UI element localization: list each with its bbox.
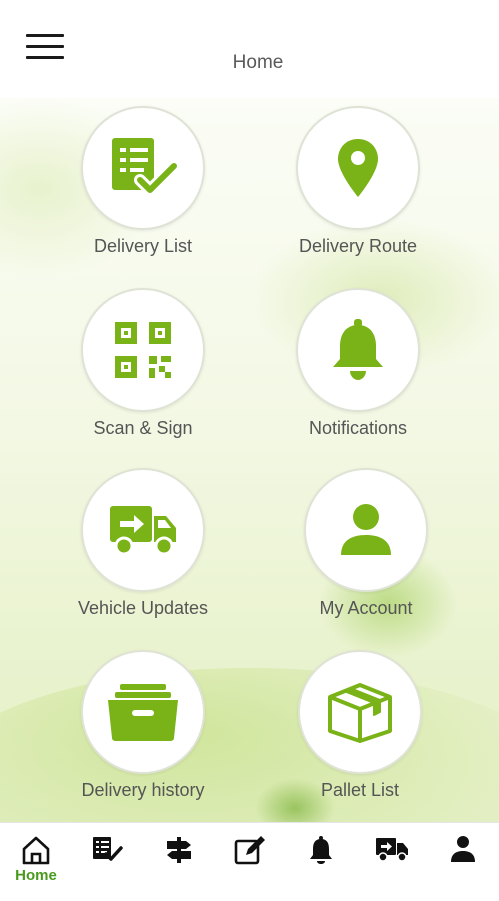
delivery-list-button[interactable]: Delivery List [53, 106, 233, 257]
notifications-label: Notifications [308, 418, 408, 438]
nav-delivery-route[interactable] [154, 835, 204, 895]
delivery-history-label: Delivery history [81, 780, 205, 800]
home-icon [22, 836, 50, 865]
delivery-list-icon [112, 138, 178, 196]
delivery-history-button[interactable]: Delivery history [53, 650, 233, 801]
nav-scan-sign[interactable] [225, 835, 275, 895]
truck-icon [376, 838, 408, 862]
pallet-list-button[interactable]: Pallet List [270, 650, 450, 801]
app-header: Home [0, 0, 499, 98]
bell-icon [310, 836, 332, 864]
delivery-route-icon-circle [296, 106, 420, 230]
scan-and-sign-button[interactable]: Scan & Sign [53, 288, 233, 439]
user-icon [341, 504, 391, 555]
delivery-route-label: Delivery Route [298, 236, 418, 256]
delivery-list-label: Delivery List [93, 236, 193, 256]
truck-icon [110, 506, 176, 556]
archive-drawer-icon [108, 684, 178, 741]
nav-notifications[interactable] [296, 835, 346, 895]
nav-vehicle-updates[interactable] [367, 835, 417, 895]
vehicle-updates-icon-circle [81, 468, 205, 592]
scan-and-sign-label: Scan & Sign [93, 418, 193, 438]
my-account-button[interactable]: My Account [276, 468, 456, 619]
home-grid: Delivery List Delivery Route Scan & Sign [0, 98, 499, 822]
checklist-icon [93, 837, 123, 861]
vehicle-updates-label: Vehicle Updates [77, 598, 209, 618]
qr-code-icon [115, 322, 171, 378]
my-account-label: My Account [319, 598, 413, 618]
pallet-list-label: Pallet List [320, 780, 400, 800]
bottom-navigation-bar: Home [0, 822, 499, 901]
notifications-icon-circle [296, 288, 420, 412]
package-box-icon [328, 683, 392, 743]
nav-delivery-list[interactable] [82, 835, 132, 895]
nav-home-label: Home [15, 867, 57, 884]
user-icon [451, 836, 475, 862]
vehicle-updates-button[interactable]: Vehicle Updates [53, 468, 233, 619]
signpost-icon [167, 837, 191, 863]
my-account-icon-circle [304, 468, 428, 592]
bell-icon [333, 319, 383, 380]
nav-my-account[interactable] [438, 835, 488, 895]
delivery-list-icon-circle [81, 106, 205, 230]
notifications-button[interactable]: Notifications [268, 288, 448, 439]
edit-icon [234, 836, 265, 865]
scan-and-sign-icon-circle [81, 288, 205, 412]
pallet-list-icon-circle [298, 650, 422, 774]
map-pin-icon [338, 139, 378, 197]
page-title: Home [232, 52, 284, 73]
delivery-history-icon-circle [81, 650, 205, 774]
delivery-route-button[interactable]: Delivery Route [268, 106, 448, 257]
nav-home[interactable]: Home [11, 835, 61, 895]
